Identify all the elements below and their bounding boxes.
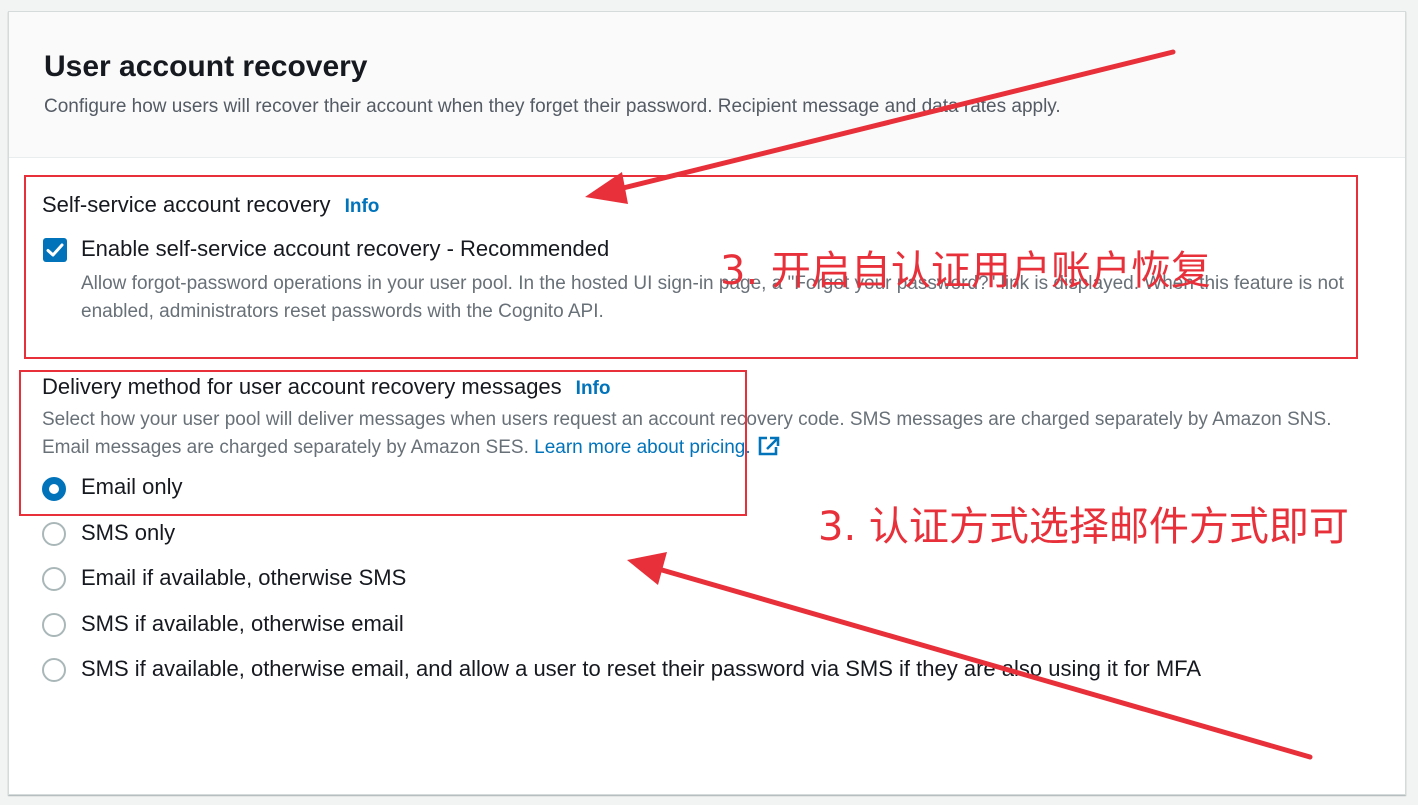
radio-sms-else-email-label[interactable]: SMS if available, otherwise email [81, 611, 404, 637]
radio-sms-only-label[interactable]: SMS only [81, 520, 175, 546]
radio-sms-else-email-mfa[interactable] [42, 658, 66, 682]
annotation-box-delivery [19, 370, 747, 516]
radio-sms-else-email[interactable] [42, 613, 66, 637]
section-title: User account recovery [44, 50, 368, 83]
radio-email-else-sms-label[interactable]: Email if available, otherwise SMS [81, 565, 406, 591]
radio-sms-only[interactable] [42, 522, 66, 546]
radio-email-else-sms[interactable] [42, 567, 66, 591]
radio-sms-else-email-mfa-label[interactable]: SMS if available, otherwise email, and a… [81, 656, 1201, 682]
annotation-note-enable-recovery: 3. 开启自认证用户账户恢复 [720, 248, 1211, 294]
external-link-icon[interactable] [757, 435, 781, 457]
annotation-note-email-method: 3. 认证方式选择邮件方式即可 [818, 504, 1349, 550]
section-description: Configure how users will recover their a… [44, 96, 1061, 117]
panel-header: User account recovery Configure how user… [9, 12, 1405, 158]
